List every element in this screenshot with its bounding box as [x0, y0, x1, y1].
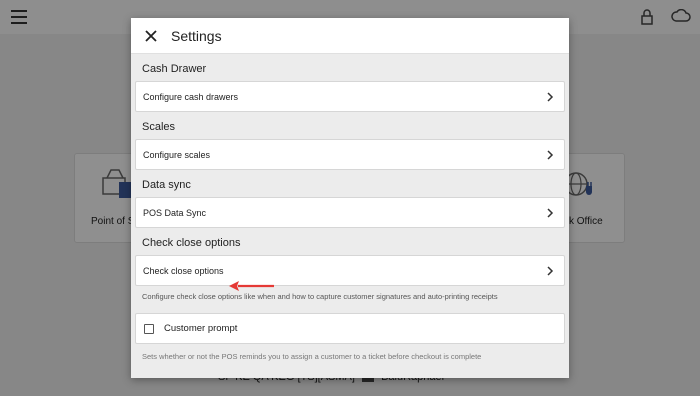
- section-heading-scales: Scales: [142, 121, 176, 133]
- customer-prompt-checkbox[interactable]: [144, 323, 154, 334]
- configure-cash-drawers-row[interactable]: Configure cash drawers: [135, 81, 565, 112]
- check-close-options-row[interactable]: Check close options: [135, 255, 565, 286]
- pos-data-sync-row[interactable]: POS Data Sync: [135, 197, 565, 228]
- configure-scales-row[interactable]: Configure scales: [135, 139, 565, 170]
- customer-prompt-help-text: Sets whether or not the POS reminds you …: [142, 352, 482, 361]
- chevron-right-icon: [547, 265, 554, 276]
- annotation-arrow-icon: [229, 281, 274, 291]
- close-button[interactable]: [137, 22, 165, 50]
- check-close-options-label: Check close options: [143, 265, 224, 276]
- pos-data-sync-label: POS Data Sync: [143, 207, 207, 218]
- dialog-title: Settings: [171, 27, 222, 44]
- chevron-right-icon: [547, 149, 554, 160]
- customer-prompt-row[interactable]: Customer prompt: [135, 313, 565, 344]
- check-close-options-help-text: Configure check close options like when …: [142, 292, 498, 301]
- settings-list[interactable]: Cash Drawer Configure cash drawers Scale…: [131, 54, 569, 361]
- chevron-right-icon: [547, 91, 554, 102]
- section-heading-cash-drawer: Cash Drawer: [142, 63, 207, 75]
- customer-prompt-label: Customer prompt: [164, 323, 238, 334]
- configure-cash-drawers-label: Configure cash drawers: [143, 91, 239, 102]
- configure-scales-label: Configure scales: [143, 149, 211, 160]
- chevron-right-icon: [547, 207, 554, 218]
- close-icon: [145, 29, 157, 42]
- section-heading-data-sync: Data sync: [142, 179, 191, 191]
- settings-dialog: Settings Cash Drawer Configure cash draw…: [131, 18, 569, 378]
- section-heading-check-close-options: Check close options: [142, 237, 241, 249]
- dialog-header: Settings: [131, 18, 569, 54]
